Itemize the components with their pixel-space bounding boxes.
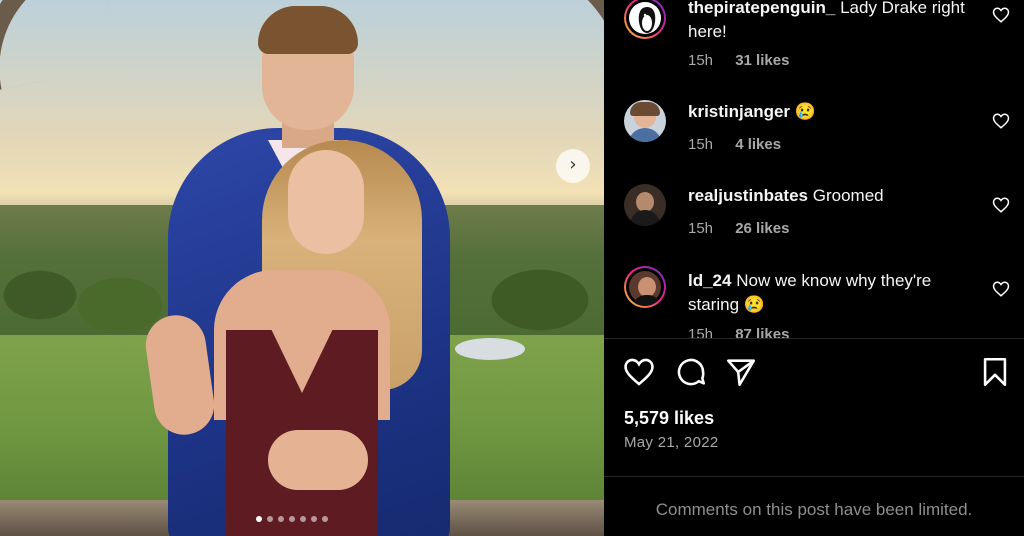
comment-time: 15h	[688, 220, 714, 237]
man-hair	[258, 6, 358, 54]
carousel-dot[interactable]	[267, 516, 273, 522]
heart-icon[interactable]	[992, 112, 1010, 130]
carousel-dot[interactable]	[256, 516, 262, 522]
action-bar	[604, 355, 1024, 395]
carousel-dot[interactable]	[311, 516, 317, 522]
carousel-dot[interactable]	[322, 516, 328, 522]
carousel-dots	[256, 516, 328, 522]
penguin-logo-icon	[638, 7, 656, 33]
bookmark-icon[interactable]	[978, 355, 1012, 389]
comment-avatar[interactable]	[624, 266, 666, 308]
comment-bubble-icon[interactable]	[674, 355, 708, 389]
heart-icon[interactable]	[992, 280, 1010, 298]
comment-text: 😢	[794, 102, 816, 121]
wooden-arch-right	[474, 0, 604, 90]
comments-limited-notice: Comments on this post have been limited.	[655, 500, 973, 519]
divider	[604, 338, 1024, 339]
carousel-dot[interactable]	[278, 516, 284, 522]
comment-likes[interactable]: 4 likes	[735, 136, 781, 153]
comment-username[interactable]: ld_24	[688, 271, 731, 290]
wooden-arch-left	[0, 0, 121, 94]
comment-avatar[interactable]	[624, 100, 666, 142]
comments-list[interactable]: thepiratepenguin_ Lady Drake right here!…	[604, 0, 1024, 338]
carousel-dot[interactable]	[289, 516, 295, 522]
comment-username[interactable]: realjustinbates	[688, 186, 808, 205]
comment-time: 15h	[688, 136, 714, 153]
comment-avatar[interactable]	[624, 0, 666, 39]
comment-username[interactable]: kristinjanger	[688, 102, 790, 121]
carousel-dot[interactable]	[300, 516, 306, 522]
divider	[604, 476, 1024, 477]
heart-icon[interactable]	[992, 196, 1010, 214]
comment-likes[interactable]: 31 likes	[735, 52, 789, 69]
heart-icon[interactable]	[992, 6, 1010, 24]
post-photo[interactable]: ›	[0, 0, 604, 536]
post-date: May 21, 2022	[624, 434, 719, 451]
pond	[455, 338, 525, 360]
comment-avatar[interactable]	[624, 184, 666, 226]
clasped-hands	[268, 430, 368, 490]
chevron-right-icon: ›	[569, 154, 577, 175]
post-side-panel: thepiratepenguin_ Lady Drake right here!…	[604, 0, 1024, 536]
comment-time: 15h	[688, 326, 714, 338]
comment-likes[interactable]: 26 likes	[735, 220, 789, 237]
comment-likes[interactable]: 87 likes	[735, 326, 789, 338]
comment-username[interactable]: thepiratepenguin_	[688, 0, 835, 17]
comment-text: Groomed	[812, 186, 884, 205]
paper-plane-icon[interactable]	[724, 355, 758, 389]
woman-face	[288, 150, 364, 254]
carousel-next-button[interactable]: ›	[556, 149, 590, 183]
likes-count[interactable]: 5,579 likes	[624, 408, 714, 429]
heart-icon[interactable]	[622, 355, 656, 389]
comment-time: 15h	[688, 52, 714, 69]
